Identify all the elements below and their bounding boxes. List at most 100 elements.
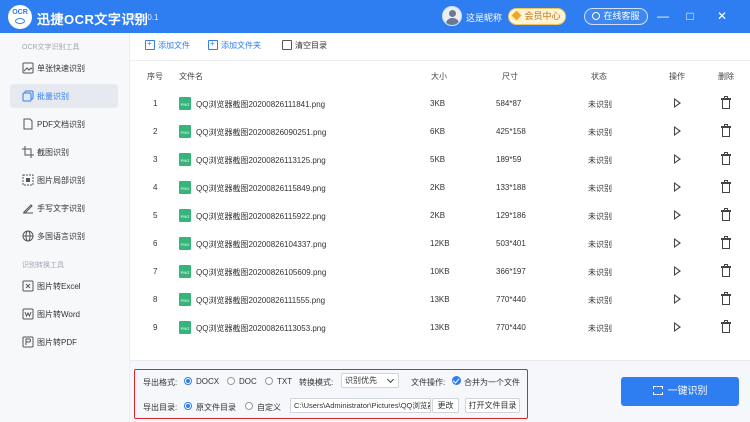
play-icon[interactable] — [674, 98, 681, 108]
sidebar-item-excel[interactable]: 图片转Excel — [10, 274, 118, 298]
play-icon[interactable] — [674, 238, 681, 248]
format-txt-radio[interactable] — [265, 377, 273, 385]
dir-original-radio[interactable] — [184, 402, 192, 410]
format-txt-label[interactable]: TXT — [277, 377, 292, 386]
trash-icon[interactable] — [721, 320, 731, 333]
file-dimensions: 770*440 — [496, 323, 526, 332]
play-icon[interactable] — [674, 294, 681, 304]
png-file-icon — [179, 97, 191, 110]
file-status: 未识别 — [588, 156, 612, 165]
sidebar-item-label: 图片转PDF — [37, 338, 77, 347]
maximize-button[interactable]: □ — [682, 8, 698, 24]
online-service-button[interactable]: 在线客服 — [584, 8, 648, 25]
table-row[interactable]: 4 QQ浏览器截图20200826115849.png 2KB 133*188 未识别 — [130, 173, 750, 201]
sidebar-item-single[interactable]: 单张快速识别 — [10, 56, 118, 80]
close-button[interactable]: ✕ — [714, 8, 730, 24]
file-size: 5KB — [430, 155, 446, 164]
clear-icon — [282, 40, 292, 50]
format-docx-radio[interactable] — [184, 377, 192, 385]
table-row[interactable]: 1 QQ浏览器截图20200826111841.png 3KB 584*87 未识别 — [130, 89, 750, 117]
play-icon[interactable] — [674, 210, 681, 220]
dir-original-label[interactable]: 原文件目录 — [196, 402, 236, 413]
add-file-button[interactable]: 添加文件 — [145, 39, 190, 54]
app-version: v8.5.0.1 — [130, 13, 159, 22]
file-status: 未识别 — [588, 184, 612, 193]
export-path-input[interactable]: C:\Users\Administrator\Pictures\QQ浏览器 — [290, 398, 431, 413]
sidebar-item-partial[interactable]: 图片局部识别 — [10, 168, 118, 192]
file-status: 未识别 — [588, 240, 612, 249]
col-header-name: 文件名 — [179, 72, 203, 81]
app-logo-text: OCR — [12, 9, 28, 16]
col-header-dim: 尺寸 — [502, 72, 518, 81]
user-nickname[interactable]: 这是昵称 — [466, 11, 502, 24]
add-folder-button[interactable]: 添加文件夹 — [208, 39, 261, 54]
table-row[interactable]: 9 QQ浏览器截图20200826113053.png 13KB 770*440 未识别 — [130, 313, 750, 341]
trash-icon[interactable] — [721, 264, 731, 277]
file-size: 3KB — [430, 99, 446, 108]
file-size: 12KB — [430, 239, 450, 248]
dir-custom-radio[interactable] — [245, 402, 253, 410]
sidebar-item-batch[interactable]: 批量识别 — [10, 84, 118, 108]
merge-file-label[interactable]: 合并为一个文件 — [464, 377, 520, 388]
minimize-button[interactable]: — — [655, 8, 671, 24]
open-dir-button[interactable]: 打开文件目录 — [465, 398, 520, 413]
format-doc-radio[interactable] — [227, 377, 235, 385]
clear-list-button[interactable]: 清空目录 — [282, 40, 327, 54]
avatar[interactable] — [442, 6, 462, 26]
sidebar: OCR文字识别工具 单张快速识别 批量识别 PDF文档识别 截图识别 图片局部识… — [0, 33, 130, 422]
trash-icon[interactable] — [721, 180, 731, 193]
row-number: 9 — [153, 323, 158, 332]
table-row[interactable]: 2 QQ浏览器截图20200826090251.png 6KB 425*158 未识别 — [130, 117, 750, 145]
table-row[interactable]: 8 QQ浏览器截图20200826111555.png 13KB 770*440 未识别 — [130, 285, 750, 313]
format-docx-label[interactable]: DOCX — [196, 377, 219, 386]
file-status: 未识别 — [588, 212, 612, 221]
table-row[interactable]: 5 QQ浏览器截图20200826115922.png 2KB 129*186 未识别 — [130, 201, 750, 229]
file-size: 13KB — [430, 323, 450, 332]
trash-icon[interactable] — [721, 292, 731, 305]
sidebar-item-label: 图片局部识别 — [37, 176, 85, 185]
play-icon[interactable] — [674, 266, 681, 276]
vip-center-button[interactable]: 会员中心 — [508, 8, 566, 25]
trash-icon[interactable] — [721, 152, 731, 165]
chevron-down-icon — [386, 375, 395, 384]
sidebar-item-topdf[interactable]: 图片转PDF — [10, 330, 118, 354]
play-icon[interactable] — [674, 322, 681, 332]
sidebar-item-label: 批量识别 — [37, 92, 69, 101]
dir-custom-label[interactable]: 自定义 — [257, 402, 281, 413]
trash-icon[interactable] — [721, 96, 731, 109]
col-header-size: 大小 — [431, 72, 447, 81]
col-header-status: 状态 — [591, 72, 607, 81]
sidebar-item-label: 图片转Word — [37, 310, 80, 319]
trash-icon[interactable] — [721, 236, 731, 249]
toolbar-divider — [130, 60, 750, 61]
sidebar-item-pdf[interactable]: PDF文档识别 — [10, 112, 118, 136]
diamond-icon — [512, 10, 522, 21]
play-icon[interactable] — [674, 182, 681, 192]
start-recognition-button[interactable]: 一键识别 — [621, 377, 739, 406]
table-row[interactable]: 6 QQ浏览器截图20200826104337.png 12KB 503*401 未识别 — [130, 229, 750, 257]
table-row[interactable]: 3 QQ浏览器截图20200826113125.png 5KB 189*59 未识别 — [130, 145, 750, 173]
merge-file-checkbox[interactable] — [452, 376, 461, 385]
file-name: QQ浏览器截图20200826111841.png — [196, 100, 326, 109]
sidebar-item-handwriting[interactable]: 手写文字识别 — [10, 196, 118, 220]
add-file-label: 添加文件 — [158, 41, 190, 50]
table-row[interactable]: 7 QQ浏览器截图20200826105609.png 10KB 366*197 未识别 — [130, 257, 750, 285]
sidebar-item-label: 手写文字识别 — [37, 204, 85, 213]
file-status: 未识别 — [588, 128, 612, 137]
partial-icon — [22, 174, 34, 186]
sidebar-item-word[interactable]: 图片转Word — [10, 302, 118, 326]
file-dimensions: 133*188 — [496, 183, 526, 192]
headset-icon — [592, 12, 601, 20]
play-icon[interactable] — [674, 154, 681, 164]
format-doc-label[interactable]: DOC — [239, 377, 257, 386]
excel-icon — [22, 280, 34, 292]
sidebar-item-multilang[interactable]: 多国语言识别 — [10, 224, 118, 248]
trash-icon[interactable] — [721, 124, 731, 137]
change-dir-button[interactable]: 更改 — [432, 398, 459, 413]
pdf2-icon — [22, 336, 34, 348]
trash-icon[interactable] — [721, 208, 731, 221]
sidebar-item-screenshot[interactable]: 截图识别 — [10, 140, 118, 164]
play-icon[interactable] — [674, 126, 681, 136]
file-status: 未识别 — [588, 100, 612, 109]
convert-mode-select[interactable]: 识别优先 — [341, 373, 399, 388]
